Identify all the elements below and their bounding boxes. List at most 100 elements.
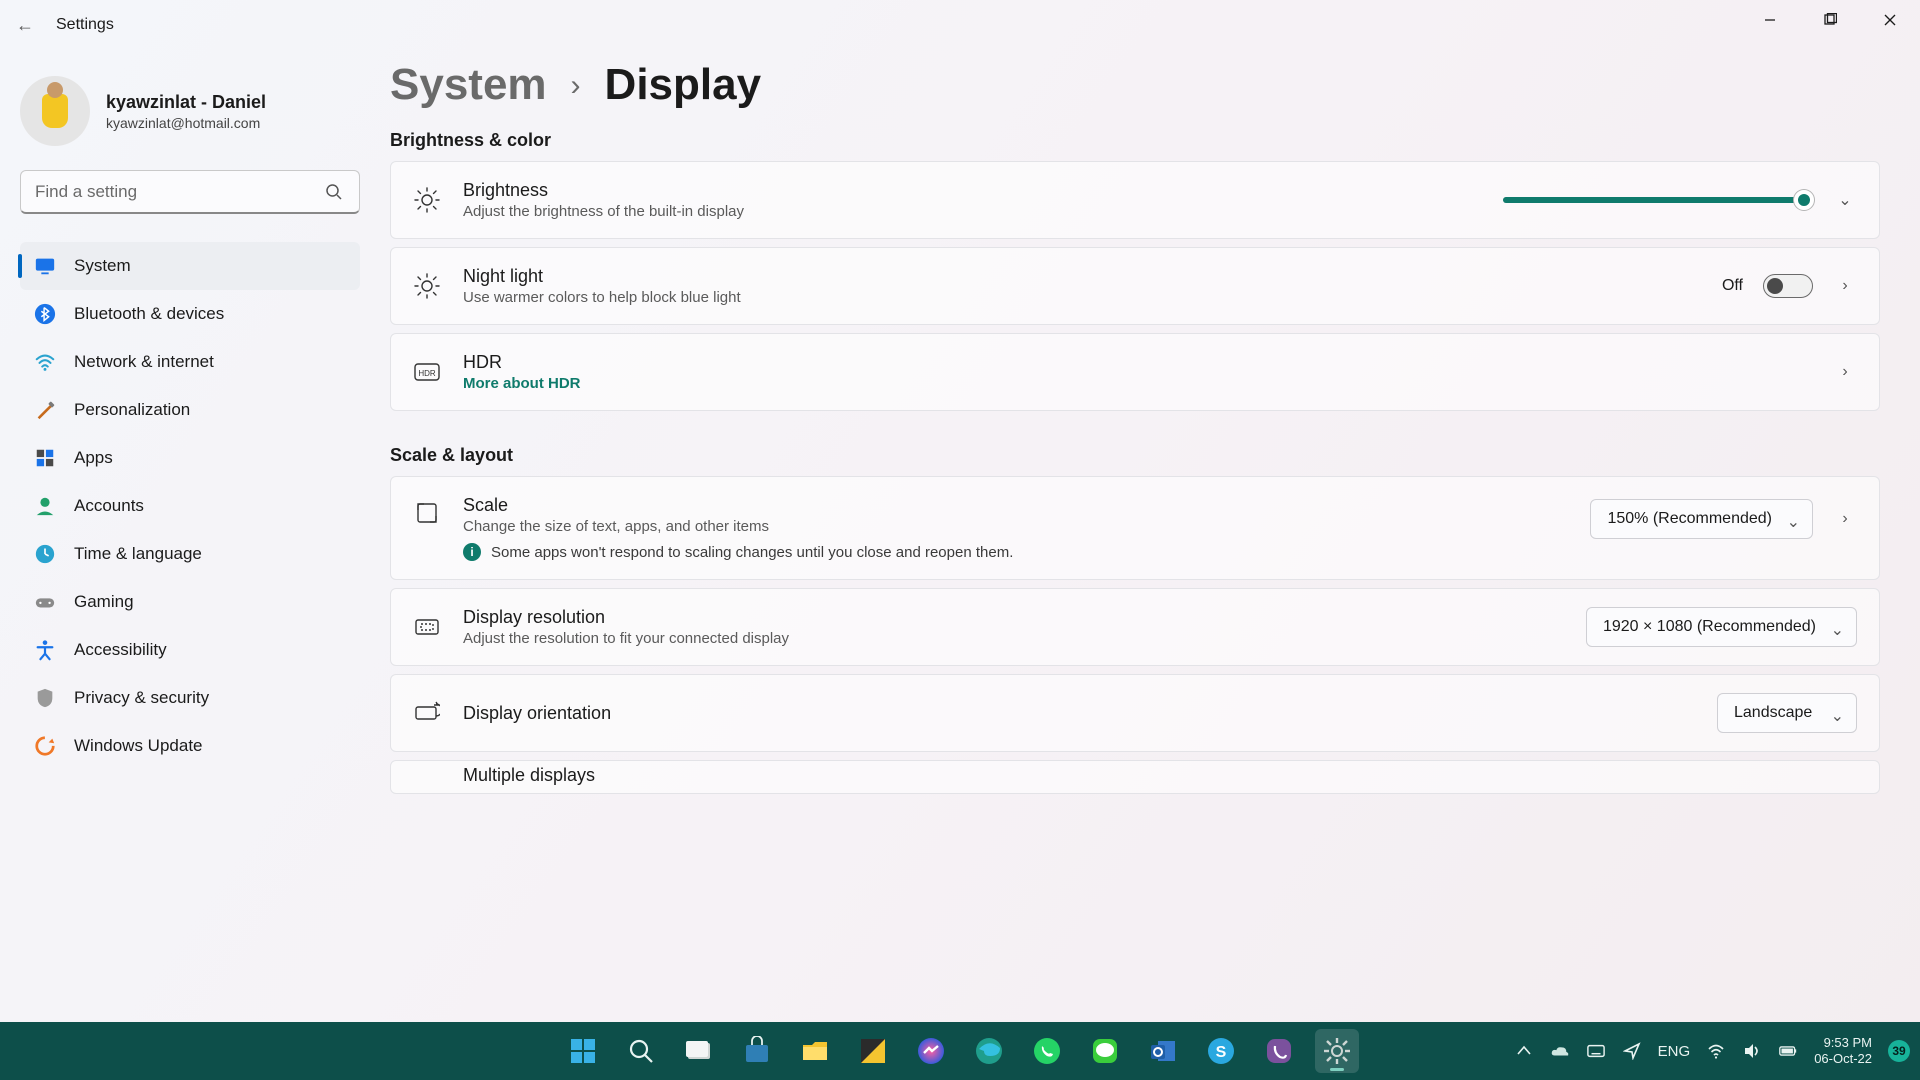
sidebar-item-label: Privacy & security — [74, 688, 209, 708]
multi-display-icon — [413, 761, 441, 789]
tray-wifi-icon[interactable] — [1706, 1041, 1726, 1061]
sidebar-item-personalization[interactable]: Personalization — [20, 386, 360, 434]
slider-thumb[interactable] — [1794, 190, 1814, 210]
setting-resolution[interactable]: Display resolution Adjust the resolution… — [390, 588, 1880, 666]
resolution-icon — [413, 613, 441, 641]
main-content: System › Display Brightness & color Brig… — [390, 60, 1880, 1080]
taskbar-app-yellow[interactable] — [851, 1029, 895, 1073]
sidebar-item-time[interactable]: Time & language — [20, 530, 360, 578]
select-value: 150% (Recommended) — [1607, 510, 1772, 528]
sidebar-item-label: Bluetooth & devices — [74, 304, 224, 324]
select-value: 1920 × 1080 (Recommended) — [1603, 618, 1816, 636]
scale-select[interactable]: 150% (Recommended) ⌄ — [1590, 499, 1813, 539]
taskbar-taskview[interactable] — [677, 1029, 721, 1073]
chevron-down-icon[interactable]: ⌄ — [1833, 190, 1857, 210]
chevron-right-icon[interactable]: › — [1833, 510, 1857, 528]
taskbar-settings[interactable] — [1315, 1029, 1359, 1073]
tray-language[interactable]: ENG — [1658, 1043, 1691, 1060]
sidebar-item-accessibility[interactable]: Accessibility — [20, 626, 360, 674]
tray-keyboard-icon[interactable] — [1586, 1041, 1606, 1061]
tray-onedrive-icon[interactable] — [1550, 1041, 1570, 1061]
sidebar-item-label: Windows Update — [74, 736, 203, 756]
sidebar-item-label: Gaming — [74, 592, 134, 612]
taskbar-viber[interactable] — [1257, 1029, 1301, 1073]
chevron-right-icon: › — [571, 69, 581, 103]
sidebar-item-bluetooth[interactable]: Bluetooth & devices — [20, 290, 360, 338]
taskbar-center: S — [561, 1029, 1359, 1073]
setting-title: Brightness — [463, 180, 1481, 201]
scale-info-text: Some apps won't respond to scaling chang… — [491, 544, 1013, 561]
orientation-select[interactable]: Landscape ⌄ — [1717, 693, 1857, 733]
maximize-button[interactable] — [1800, 0, 1860, 40]
tray-location-icon[interactable] — [1622, 1041, 1642, 1061]
resolution-select[interactable]: 1920 × 1080 (Recommended) ⌄ — [1586, 607, 1857, 647]
section-scale-layout: Scale & layout — [390, 445, 1880, 466]
setting-title: Scale — [463, 495, 1568, 516]
taskbar-outlook[interactable] — [1141, 1029, 1185, 1073]
toggle-state-label: Off — [1722, 277, 1743, 295]
maximize-icon — [1823, 13, 1837, 27]
apps-icon — [34, 447, 56, 469]
search-input[interactable] — [20, 170, 360, 214]
wifi-icon — [34, 351, 56, 373]
chevron-right-icon[interactable]: › — [1833, 277, 1857, 295]
chevron-down-icon: ⌄ — [1831, 706, 1844, 726]
taskbar-edge[interactable] — [967, 1029, 1011, 1073]
setting-night-light[interactable]: Night light Use warmer colors to help bl… — [390, 247, 1880, 325]
sidebar-item-label: Apps — [74, 448, 113, 468]
taskbar-line[interactable] — [1083, 1029, 1127, 1073]
close-button[interactable] — [1860, 0, 1920, 40]
sidebar-item-apps[interactable]: Apps — [20, 434, 360, 482]
profile-name: kyawzinlat - Daniel — [106, 92, 266, 113]
breadcrumb-parent[interactable]: System — [390, 60, 547, 110]
setting-title: Display orientation — [463, 703, 1695, 724]
system-tray: ENG 9:53 PM 06-Oct-22 39 — [1514, 1035, 1910, 1068]
shield-icon — [34, 687, 56, 709]
sidebar-item-system[interactable]: System — [20, 242, 360, 290]
tray-overflow[interactable] — [1514, 1041, 1534, 1061]
sidebar-item-accounts[interactable]: Accounts — [20, 482, 360, 530]
setting-multiple-displays[interactable]: Multiple displays — [390, 760, 1880, 794]
setting-brightness[interactable]: Brightness Adjust the brightness of the … — [390, 161, 1880, 239]
accessibility-icon — [34, 639, 56, 661]
tray-volume-icon[interactable] — [1742, 1041, 1762, 1061]
scale-icon — [413, 499, 441, 527]
sidebar-item-label: Time & language — [74, 544, 202, 564]
svg-text:HDR: HDR — [418, 369, 436, 378]
taskbar-store[interactable] — [735, 1029, 779, 1073]
night-light-toggle[interactable] — [1763, 274, 1813, 298]
tray-notification-badge[interactable]: 39 — [1888, 1040, 1910, 1062]
chevron-right-icon[interactable]: › — [1833, 363, 1857, 381]
hdr-more-link[interactable]: More about HDR — [463, 375, 1811, 392]
taskbar-whatsapp[interactable] — [1025, 1029, 1069, 1073]
taskbar-start[interactable] — [561, 1029, 605, 1073]
slider-fill — [1503, 197, 1804, 203]
tray-battery-icon[interactable] — [1778, 1041, 1798, 1061]
sidebar-item-privacy[interactable]: Privacy & security — [20, 674, 360, 722]
taskbar: S ENG 9:53 PM 06-Oct-22 39 — [0, 1022, 1920, 1080]
sidebar-item-gaming[interactable]: Gaming — [20, 578, 360, 626]
back-button[interactable]: ← — [0, 0, 50, 50]
sidebar-item-windows-update[interactable]: Windows Update — [20, 722, 360, 770]
setting-hdr[interactable]: HDR HDR More about HDR › — [390, 333, 1880, 411]
taskbar-search[interactable] — [619, 1029, 663, 1073]
brightness-slider[interactable] — [1503, 197, 1813, 203]
setting-orientation[interactable]: Display orientation Landscape ⌄ — [390, 674, 1880, 752]
tray-time: 9:53 PM — [1814, 1035, 1872, 1051]
tray-date: 06-Oct-22 — [1814, 1051, 1872, 1067]
hdr-icon: HDR — [413, 358, 441, 386]
minimize-button[interactable] — [1740, 0, 1800, 40]
profile-block[interactable]: kyawzinlat - Daniel kyawzinlat@hotmail.c… — [20, 70, 360, 166]
section-brightness-color: Brightness & color — [390, 130, 1880, 151]
search-button[interactable] — [316, 170, 352, 214]
taskbar-skype[interactable]: S — [1199, 1029, 1243, 1073]
scale-info-row: i Some apps won't respond to scaling cha… — [463, 543, 1568, 561]
taskbar-messenger[interactable] — [909, 1029, 953, 1073]
setting-scale[interactable]: Scale Change the size of text, apps, and… — [390, 476, 1880, 580]
orientation-icon — [413, 699, 441, 727]
sidebar-item-network[interactable]: Network & internet — [20, 338, 360, 386]
bluetooth-icon — [34, 303, 56, 325]
tray-clock[interactable]: 9:53 PM 06-Oct-22 — [1814, 1035, 1872, 1068]
taskbar-explorer[interactable] — [793, 1029, 837, 1073]
person-icon — [34, 495, 56, 517]
